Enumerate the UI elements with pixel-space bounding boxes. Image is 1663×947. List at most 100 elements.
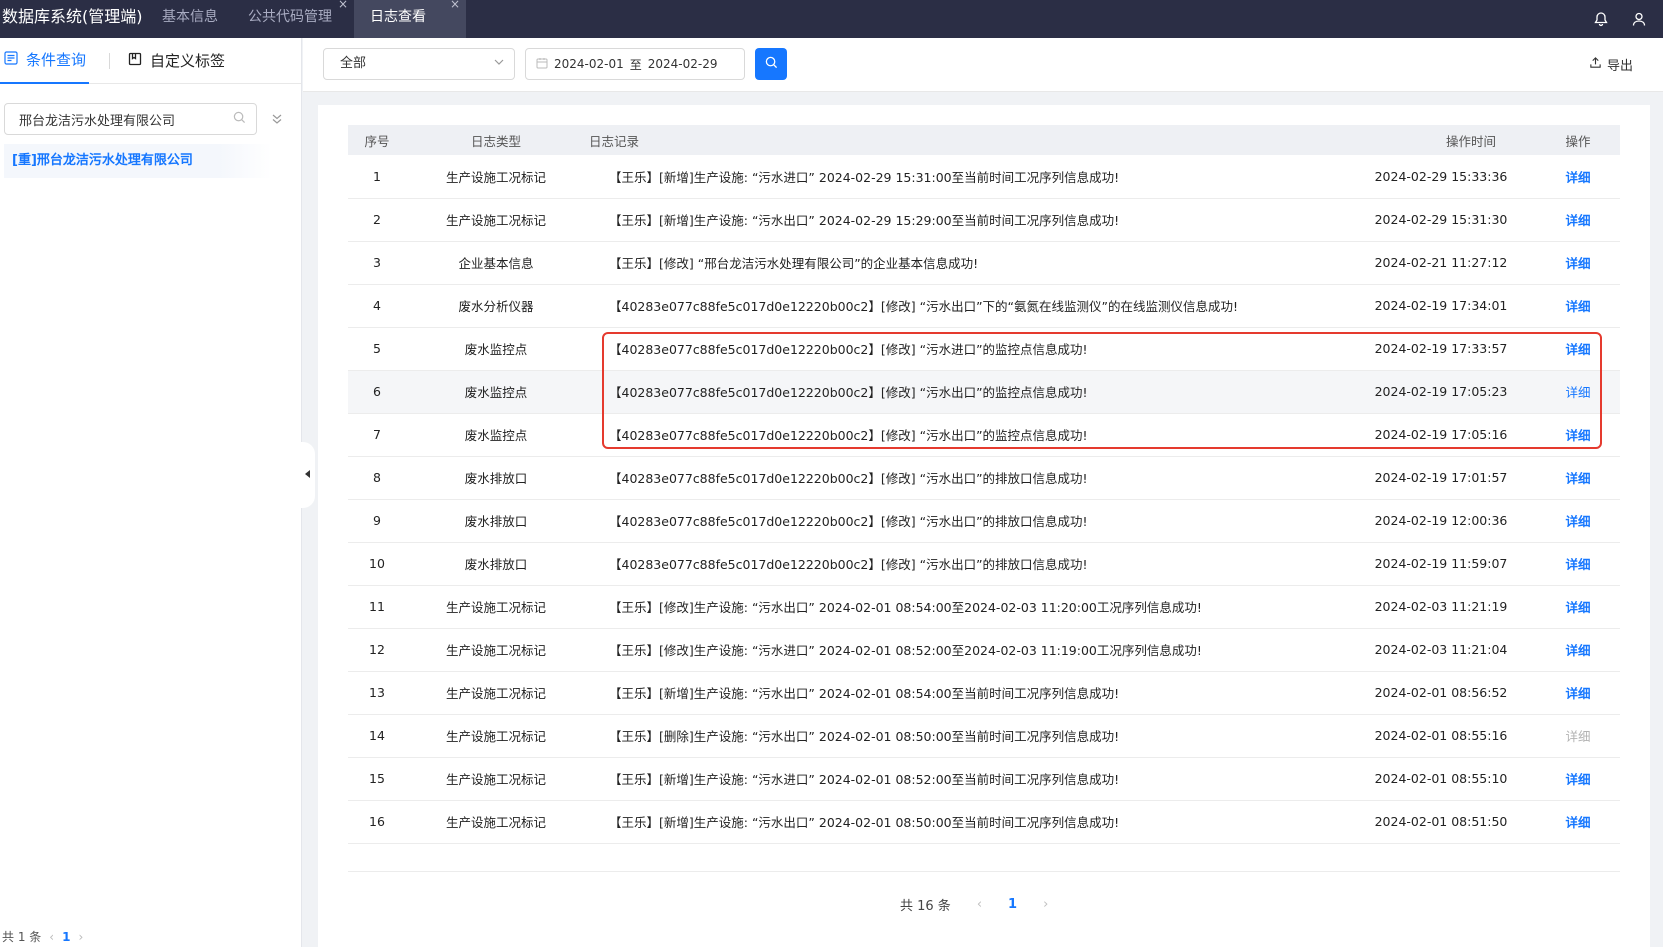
user-icon[interactable] [1629, 9, 1649, 29]
cell-type: 废水监控点 [406, 413, 586, 457]
tab-condition-query[interactable]: 条件查询 [0, 38, 89, 84]
close-icon[interactable]: × [338, 0, 348, 11]
detail-link[interactable]: 详细 [1565, 557, 1590, 572]
page-number[interactable]: 1 [62, 930, 70, 944]
detail-link[interactable]: 详细 [1565, 299, 1590, 314]
table-row: 14 生产设施工况标记 【王乐】[删除]生产设施: “污水出口” 2024-02-0… [348, 714, 1620, 758]
date-start: 2024-02-01 [554, 57, 624, 71]
table-row: 15 生产设施工况标记 【王乐】[新增]生产设施: “污水进口” 2024-02-0… [348, 757, 1620, 801]
detail-link[interactable]: 详细 [1565, 514, 1590, 529]
query-icon [4, 50, 18, 69]
cell-record: 【王乐】[新增]生产设施: “污水出口” 2024-02-01 08:54:00… [586, 671, 1346, 715]
page-number[interactable]: 1 [1008, 897, 1017, 912]
col-type: 日志类型 [470, 133, 521, 149]
detail-link[interactable]: 详细 [1565, 213, 1590, 228]
detail-link[interactable]: 详细 [1565, 428, 1590, 443]
detail-link[interactable]: 详细 [1565, 170, 1590, 185]
export-button[interactable]: 导出 [1589, 55, 1633, 74]
cell-op: 详细 [1536, 327, 1620, 371]
cell-type: 生产设施工况标记 [406, 714, 586, 758]
table-row: 13 生产设施工况标记 【王乐】[新增]生产设施: “污水出口” 2024-02-0… [348, 671, 1620, 715]
cell-time: 2024-02-19 17:33:57 [1346, 327, 1536, 371]
cell-no: 7 [348, 413, 406, 457]
tab-label: 公共代码管理 [248, 9, 332, 25]
cell-no: 16 [348, 800, 406, 844]
log-type-select[interactable]: 全部 [323, 48, 515, 80]
double-chevron-down-icon[interactable] [269, 111, 285, 127]
detail-link[interactable]: 详细 [1565, 600, 1590, 615]
cell-op: 详细 [1536, 241, 1620, 285]
left-panel: 条件查询 自定义标签 邢台龙洁污水处理有限公司 [重]邢台龙洁污水处理有限公司 … [0, 38, 302, 947]
cell-no: 13 [348, 671, 406, 715]
bookmark-icon [128, 52, 142, 70]
next-page-icon[interactable]: › [1043, 897, 1048, 912]
cell-record: 【王乐】[新增]生产设施: “污水进口” 2024-02-29 15:31:00… [586, 155, 1346, 199]
table-row: 6 废水监控点 【40283e077c88fe5c017d0e12220b00c2】… [348, 370, 1620, 414]
cell-time: 2024-02-03 11:21:04 [1346, 628, 1536, 672]
table-row: 9 废水排放口 【40283e077c88fe5c017d0e12220b00c2】… [348, 499, 1620, 543]
cell-time: 2024-02-19 12:00:36 [1346, 499, 1536, 543]
detail-link[interactable]: 详细 [1565, 471, 1590, 486]
date-range-picker[interactable]: 2024-02-01 至 2024-02-29 [525, 48, 745, 80]
detail-link[interactable]: 详细 [1565, 815, 1590, 830]
cell-type: 废水分析仪器 [406, 284, 586, 328]
cell-time: 2024-02-29 15:31:30 [1346, 198, 1536, 242]
detail-link[interactable]: 详细 [1565, 729, 1590, 744]
detail-link[interactable]: 详细 [1565, 686, 1590, 701]
divider [109, 52, 110, 69]
tab-basic-info[interactable]: 基本信息 [154, 0, 240, 38]
cell-time: 2024-02-19 17:01:57 [1346, 456, 1536, 500]
search-button[interactable] [755, 48, 787, 80]
cell-record: 【40283e077c88fe5c017d0e12220b00c2】[修改] “… [586, 456, 1346, 500]
detail-link[interactable]: 详细 [1565, 342, 1590, 357]
detail-link[interactable]: 详细 [1565, 385, 1590, 400]
cell-time: 2024-02-01 08:51:50 [1346, 800, 1536, 844]
total-count: 共 1 条 [2, 930, 42, 944]
table-row: 2 生产设施工况标记 【王乐】[新增]生产设施: “污水出口” 2024-02-29… [348, 198, 1620, 242]
detail-link[interactable]: 详细 [1565, 772, 1590, 787]
cell-record: 【王乐】[新增]生产设施: “污水出口” 2024-02-01 08:50:00… [586, 800, 1346, 844]
cell-op: 详细 [1536, 456, 1620, 500]
cell-time: 2024-02-01 08:56:52 [1346, 671, 1536, 715]
tab-label: 条件查询 [26, 51, 87, 69]
prev-page-icon[interactable]: ‹ [977, 897, 982, 912]
cell-time: 2024-02-21 11:27:12 [1346, 241, 1536, 285]
tab-custom-tags[interactable]: 自定义标签 [128, 38, 225, 84]
cell-op: 详细 [1536, 671, 1620, 715]
cell-record: 【40283e077c88fe5c017d0e12220b00c2】[修改] “… [586, 370, 1346, 414]
search-icon [765, 56, 778, 73]
cell-op: 详细 [1536, 714, 1620, 758]
calendar-icon [536, 57, 548, 72]
next-page-icon[interactable]: › [78, 930, 83, 944]
prev-page-icon[interactable]: ‹ [49, 930, 54, 944]
tab-bar: 基本信息 公共代码管理 × 日志查看 × [154, 0, 466, 38]
cell-type: 生产设施工况标记 [406, 155, 586, 199]
cell-no: 3 [348, 241, 406, 285]
caret-left-icon [304, 468, 312, 483]
collapse-handle[interactable] [301, 442, 315, 508]
company-tree-item[interactable]: [重]邢台龙洁污水处理有限公司 [4, 144, 272, 178]
tab-public-code[interactable]: 公共代码管理 × [240, 0, 354, 38]
cell-type: 废水监控点 [406, 370, 586, 414]
cell-record: 【40283e077c88fe5c017d0e12220b00c2】[修改] “… [586, 542, 1346, 586]
close-icon[interactable]: × [450, 0, 460, 11]
tab-log-view[interactable]: 日志查看 × [354, 0, 466, 38]
detail-link[interactable]: 详细 [1565, 643, 1590, 658]
table-row: 7 废水监控点 【40283e077c88fe5c017d0e12220b00c2】… [348, 413, 1620, 457]
company-search-input[interactable]: 邢台龙洁污水处理有限公司 [4, 103, 257, 135]
cell-no: 9 [348, 499, 406, 543]
cell-time: 2024-02-19 17:34:01 [1346, 284, 1536, 328]
table-row: 8 废水排放口 【40283e077c88fe5c017d0e12220b00c2】… [348, 456, 1620, 500]
cell-no: 14 [348, 714, 406, 758]
search-icon[interactable] [233, 111, 246, 128]
col-op: 操作 [1565, 133, 1591, 149]
chevron-down-icon [494, 49, 504, 79]
cell-op: 详细 [1536, 757, 1620, 801]
log-table-card: 序号 日志类型 日志记录 操作时间 操作 1 生产设施工况标记 【王乐】[新增]生产… [318, 105, 1650, 947]
bell-icon[interactable] [1591, 9, 1611, 29]
cell-record: 【王乐】[删除]生产设施: “污水出口” 2024-02-01 08:50:00… [586, 714, 1346, 758]
upload-icon [1589, 56, 1602, 73]
detail-link[interactable]: 详细 [1565, 256, 1590, 271]
cell-no: 5 [348, 327, 406, 371]
search-value: 邢台龙洁污水处理有限公司 [19, 113, 176, 129]
